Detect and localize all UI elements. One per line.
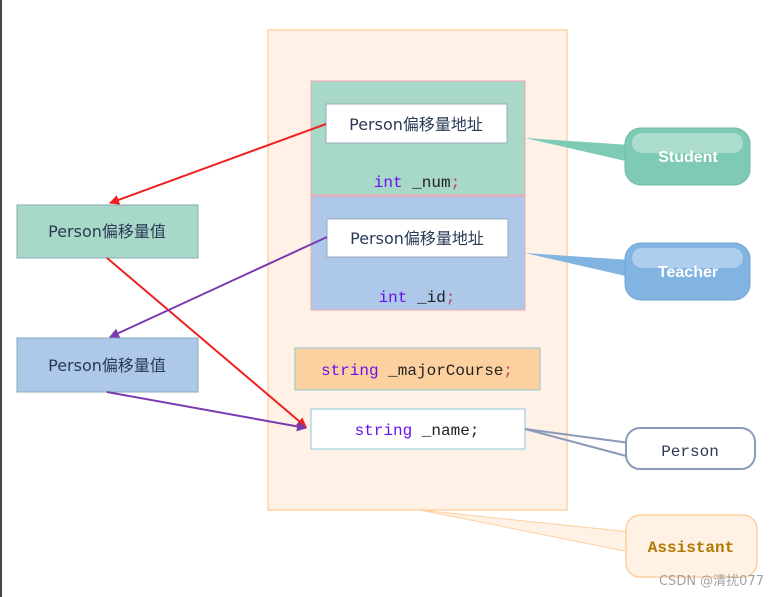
offset-address-label: Person偏移量地址	[350, 229, 484, 248]
watermark: CSDN @清扰077	[659, 574, 764, 589]
id-member: int _id;	[379, 289, 456, 307]
name-member: string _name;	[355, 422, 480, 440]
offset-value-label: Person偏移量值	[48, 356, 166, 375]
num-member: int _num;	[374, 174, 460, 192]
student-callout-label: Student	[658, 149, 718, 166]
offset-value-label: Person偏移量值	[48, 222, 166, 241]
person-callout-label: Person	[661, 443, 719, 461]
offset-address-label: Person偏移量地址	[349, 115, 483, 134]
major-course-member: string _majorCourse;	[321, 362, 513, 380]
diagram: Person偏移量地址 int _num; Person偏移量地址 int _i…	[0, 0, 764, 597]
teacher-callout-label: Teacher	[658, 264, 718, 281]
assistant-callout-label: Assistant	[648, 539, 734, 557]
assistant-callout-tail	[419, 509, 631, 553]
